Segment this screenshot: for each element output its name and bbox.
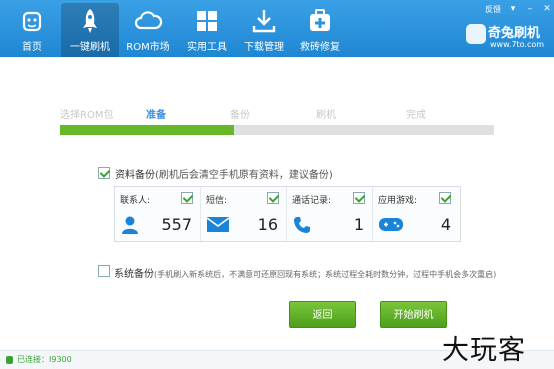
watermark: 大玩客: [442, 335, 526, 366]
top-navigation-bar: 首页 一键刷机 ROM市场 实用工具 下载管理 救砖修复 反馈 ▾ – ✕ 奇兔…: [0, 0, 554, 57]
nav-label: 首页: [22, 42, 42, 53]
backup-item-label: 应用游戏:: [378, 196, 418, 206]
connection-status: 已连接：I9300: [17, 355, 72, 364]
close-icon[interactable]: ✕: [542, 4, 552, 14]
backup-item-count: 4: [440, 215, 451, 234]
nav-one-click-flash[interactable]: 一键刷机: [61, 3, 119, 57]
back-button[interactable]: 返回: [289, 301, 356, 328]
step-prepare: 准备: [146, 110, 166, 121]
nav-label: ROM市场: [126, 42, 170, 53]
step-indicator: 选择ROM包 准备 备份 刷机 完成: [60, 106, 494, 121]
system-backup-label: 系统备份(手机刷入新系统后，不满意可还原回现有系统；系统过程全耗时数分钟，过程中…: [114, 265, 496, 280]
nav-label: 一键刷机: [70, 42, 110, 53]
contacts-checkbox[interactable]: [181, 192, 193, 204]
system-backup-title: 系统备份: [114, 269, 154, 280]
nav-label: 救砖修复: [300, 42, 340, 53]
nav-home[interactable]: 首页: [3, 3, 61, 57]
grid-icon: [197, 11, 217, 31]
nav-brick-repair[interactable]: 救砖修复: [291, 3, 349, 57]
backup-item-call-log: 通话记录: 1: [287, 187, 373, 241]
rocket-icon: [83, 9, 97, 33]
feedback-link[interactable]: 反馈: [485, 4, 501, 15]
step-flash: 刷机: [316, 110, 336, 121]
system-backup-note: (手机刷入新系统后，不满意可还原回现有系统；系统过程全耗时数分钟，过程中手机会多…: [154, 270, 497, 279]
call-log-checkbox[interactable]: [353, 192, 365, 204]
nav-rom-market[interactable]: ROM市场: [119, 3, 177, 57]
phone-icon: [294, 217, 310, 233]
data-backup-hint: (刷机后会清空手机原有资料，建议备份): [155, 170, 333, 181]
system-backup-checkbox[interactable]: [98, 265, 110, 277]
android-icon: [22, 11, 42, 32]
nav-download-manager[interactable]: 下载管理: [235, 3, 293, 57]
minimize-icon[interactable]: –: [525, 4, 535, 14]
brand-url: www.7to.com: [490, 40, 545, 49]
medkit-icon: [310, 9, 330, 31]
menu-icon[interactable]: ▾: [508, 4, 518, 14]
data-backup-label: 资料备份(刷机后会清空手机原有资料，建议备份): [115, 166, 333, 181]
backup-item-count: 1: [353, 215, 364, 234]
backup-item-count: 557: [161, 215, 192, 234]
data-backup-checkbox[interactable]: [98, 167, 110, 179]
nav-label: 实用工具: [187, 42, 227, 53]
start-flash-button[interactable]: 开始刷机: [380, 301, 447, 328]
step-select-rom: 选择ROM包: [60, 110, 114, 121]
download-icon: [252, 10, 276, 33]
backup-item-label: 短信:: [206, 196, 228, 206]
brand-logo: 奇兔刷机 www.7to.com: [466, 22, 552, 52]
contact-icon: [122, 216, 138, 234]
step-backup: 备份: [230, 110, 250, 121]
backup-items-panel: 联系人: 557 短信: 16 通话记录: 1 应用游戏: 4: [114, 186, 461, 242]
apps-checkbox[interactable]: [439, 192, 451, 204]
brand-name: 奇兔刷机: [488, 26, 541, 41]
progress-fill: [60, 125, 234, 135]
data-backup-title: 资料备份: [115, 170, 155, 181]
device-connected-icon: [6, 356, 13, 364]
rabbit-logo-icon: [466, 24, 486, 44]
nav-label: 下载管理: [244, 42, 284, 53]
gamepad-icon: [379, 218, 403, 231]
backup-item-contacts: 联系人: 557: [115, 187, 201, 241]
backup-item-count: 16: [257, 215, 278, 234]
window-controls: 反馈 ▾ – ✕: [485, 2, 552, 16]
cloud-icon: [134, 11, 163, 30]
backup-item-sms: 短信: 16: [201, 187, 287, 241]
backup-item-apps: 应用游戏: 4: [373, 187, 459, 241]
progress-bar: [60, 125, 494, 135]
nav-tools[interactable]: 实用工具: [178, 3, 236, 57]
sms-checkbox[interactable]: [267, 192, 279, 204]
backup-item-label: 通话记录:: [292, 196, 332, 206]
envelope-icon: [206, 217, 230, 232]
backup-item-label: 联系人:: [120, 196, 151, 206]
step-complete: 完成: [406, 110, 426, 121]
